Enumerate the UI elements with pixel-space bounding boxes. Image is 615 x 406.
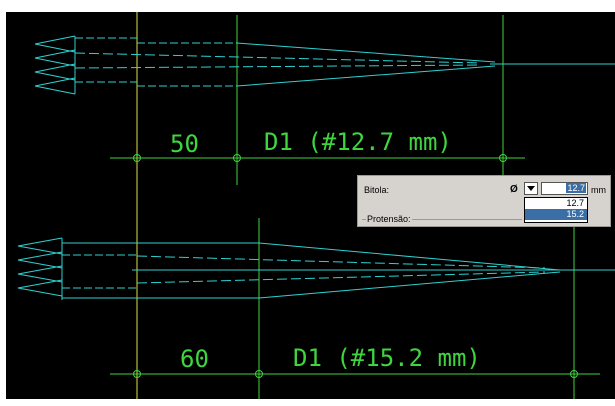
- bitola-value-input[interactable]: 12.7: [541, 182, 588, 195]
- dim-length-top[interactable]: 50: [170, 130, 199, 158]
- frame-bottom: [0, 399, 615, 406]
- chevron-down-icon: [527, 186, 535, 191]
- dim-length-bottom[interactable]: 60: [180, 345, 209, 373]
- bitola-option-15-2[interactable]: 15.2: [525, 209, 587, 220]
- dim-cable-label-bottom[interactable]: D1 (#15.2 mm): [293, 344, 481, 372]
- cad-viewport[interactable]: 50 D1 (#12.7 mm) 60 D1 (#15.2 mm) Bitola…: [0, 0, 615, 406]
- bitola-option-12-7[interactable]: 12.7: [525, 198, 587, 209]
- bitola-label: Bitola:: [364, 185, 390, 195]
- bitola-dropdown-list[interactable]: 12.7 15.2: [524, 197, 588, 223]
- frame-top: [0, 0, 615, 12]
- frame-left: [0, 0, 6, 406]
- bitola-properties-panel: Bitola: Ø 12.7 mm 12.7 15.2 Protensão:: [357, 175, 611, 227]
- unit-label: mm: [591, 185, 606, 195]
- dim-cable-label-top[interactable]: D1 (#12.7 mm): [264, 128, 452, 156]
- protensao-section-label: Protensão:: [366, 214, 412, 224]
- bitola-value-text: 12.7: [566, 183, 586, 193]
- diameter-symbol: Ø: [510, 184, 518, 195]
- bitola-dropdown-button[interactable]: [524, 182, 538, 195]
